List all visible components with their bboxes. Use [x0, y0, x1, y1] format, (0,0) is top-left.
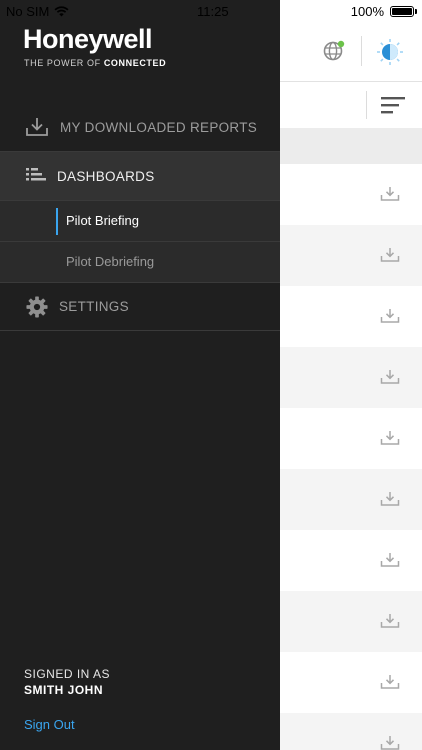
dashboard-list-icon	[26, 168, 46, 181]
clock: 11:25	[197, 4, 229, 19]
download-icon[interactable]	[380, 369, 400, 385]
download-icon[interactable]	[380, 247, 400, 263]
menu-item-dashboards[interactable]: DASHBOARDS	[0, 152, 280, 201]
submenu-item-pilot-briefing[interactable]: Pilot Briefing	[0, 201, 280, 242]
drawer-menu: MY DOWNLOADED REPORTS DASHBOARDS Pilot B…	[0, 103, 280, 331]
download-icon[interactable]	[380, 430, 400, 446]
menu-item-label: DASHBOARDS	[57, 168, 155, 184]
download-icon[interactable]	[380, 674, 400, 690]
sort-icon[interactable]	[381, 96, 405, 114]
menu-item-downloaded-reports[interactable]: MY DOWNLOADED REPORTS	[0, 103, 280, 152]
carrier-label: No SIM	[6, 4, 50, 19]
theme-toggle-icon[interactable]	[376, 38, 404, 66]
submenu-item-label: Pilot Briefing	[66, 213, 139, 228]
battery-percent: 100%	[350, 4, 384, 19]
download-icon[interactable]	[380, 552, 400, 568]
download-icon[interactable]	[380, 735, 400, 750]
download-icon	[26, 118, 48, 136]
menu-item-label: SETTINGS	[59, 299, 129, 314]
navigation-drawer: Honeywell THE POWER OF CONNECTED MY DOWN…	[0, 0, 280, 750]
menu-item-settings[interactable]: SETTINGS	[0, 283, 280, 331]
status-bar: No SIM 11:25 100%	[0, 0, 422, 22]
download-icon[interactable]	[380, 613, 400, 629]
signed-in-label: SIGNED IN AS	[24, 667, 111, 681]
active-indicator	[56, 208, 58, 235]
battery-icon	[390, 6, 417, 17]
gear-icon	[26, 296, 48, 318]
honeywell-logo: Honeywell	[23, 24, 153, 54]
download-icon[interactable]	[380, 308, 400, 324]
globe-icon[interactable]	[323, 40, 345, 62]
download-icon[interactable]	[380, 491, 400, 507]
divider	[366, 91, 367, 119]
signed-in-user: SMITH JOHN	[24, 683, 104, 697]
tagline: THE POWER OF CONNECTED	[24, 58, 167, 68]
wifi-icon	[54, 6, 69, 17]
download-icon[interactable]	[380, 186, 400, 202]
divider	[361, 36, 362, 66]
menu-item-label: MY DOWNLOADED REPORTS	[60, 119, 258, 135]
submenu-item-label: Pilot Debriefing	[66, 254, 155, 269]
submenu-item-pilot-debriefing[interactable]: Pilot Debriefing	[0, 242, 280, 283]
sign-out-link[interactable]: Sign Out	[24, 717, 75, 732]
